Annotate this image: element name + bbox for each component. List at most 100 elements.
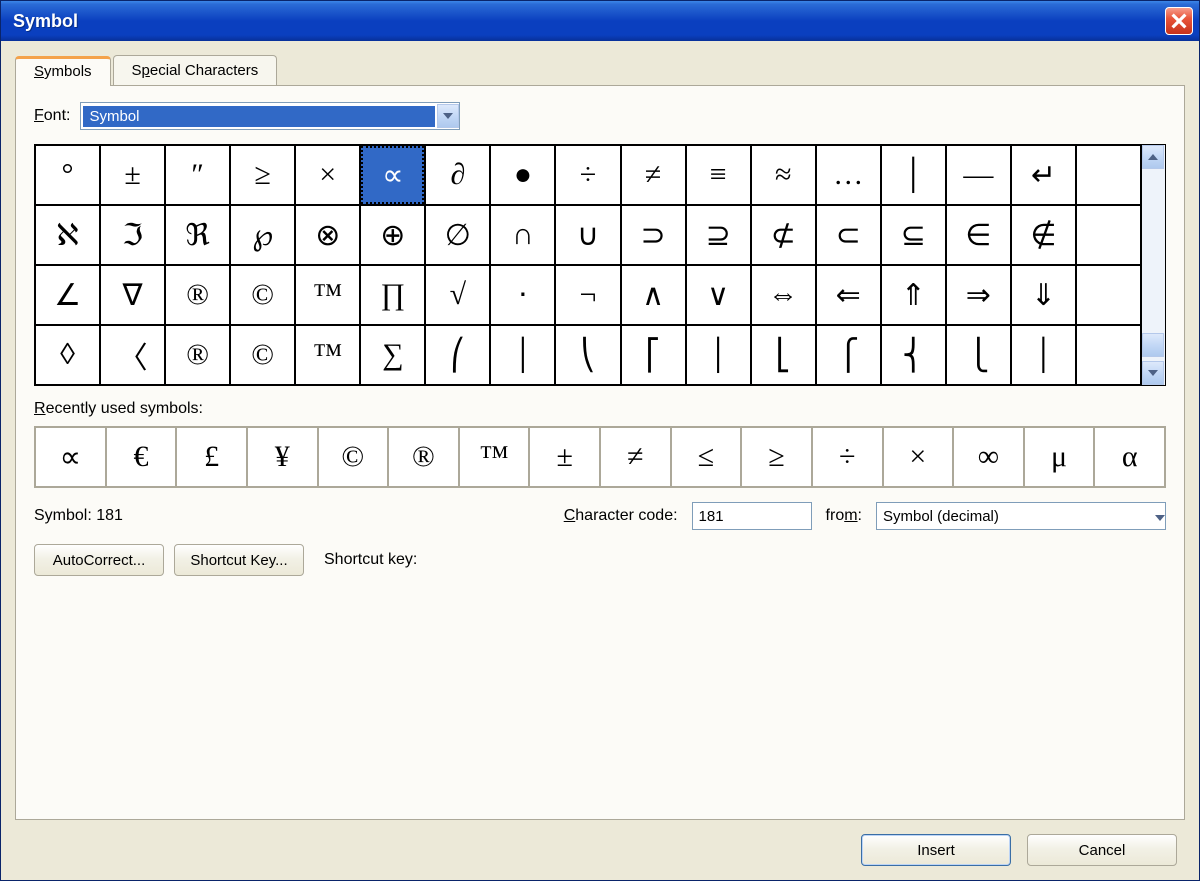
symbol-cell[interactable]: ⊇ (686, 205, 751, 265)
recent-symbol-cell[interactable]: ± (529, 427, 600, 487)
symbol-cell[interactable]: ⊃ (621, 205, 686, 265)
symbol-cell[interactable]: │ (1011, 325, 1076, 385)
scroll-thumb[interactable] (1142, 333, 1164, 357)
symbol-cell[interactable]: ⊄ (751, 205, 816, 265)
symbol-cell[interactable]: ℵ (35, 205, 100, 265)
recent-symbol-cell[interactable]: € (106, 427, 177, 487)
cancel-button[interactable]: Cancel (1027, 834, 1177, 866)
scroll-up-button[interactable] (1142, 145, 1164, 169)
recent-symbol-cell[interactable]: ≠ (600, 427, 671, 487)
close-button[interactable] (1165, 7, 1193, 35)
symbol-cell[interactable]: ∝ (360, 145, 425, 205)
symbol-cell[interactable]: ∂ (425, 145, 490, 205)
tab-symbols[interactable]: Symbols (15, 56, 111, 86)
insert-button[interactable]: Insert (861, 834, 1011, 866)
symbol-cell[interactable]: ® (165, 325, 230, 385)
symbol-cell[interactable]: ⊕ (360, 205, 425, 265)
symbol-cell[interactable]: ℑ (100, 205, 165, 265)
symbol-cell[interactable] (1076, 205, 1141, 265)
symbol-cell[interactable]: ÷ (555, 145, 620, 205)
recent-symbol-cell[interactable]: ≤ (671, 427, 742, 487)
symbol-cell[interactable] (1076, 265, 1141, 325)
symbol-cell[interactable]: ⎧ (816, 325, 881, 385)
symbol-cell[interactable]: ≈ (751, 145, 816, 205)
autocorrect-button[interactable]: AutoCorrect... (34, 544, 164, 576)
symbol-cell[interactable]: ⋅ (490, 265, 555, 325)
symbol-cell[interactable]: × (295, 145, 360, 205)
symbol-cell[interactable]: ⎛ (425, 325, 490, 385)
recent-symbol-cell[interactable]: ∝ (35, 427, 106, 487)
grid-scrollbar[interactable] (1141, 145, 1165, 385)
symbol-cell[interactable]: ∩ (490, 205, 555, 265)
symbol-cell[interactable] (1076, 325, 1141, 385)
symbol-cell[interactable]: ∪ (555, 205, 620, 265)
symbol-cell[interactable]: ⇐ (816, 265, 881, 325)
tab-special-characters[interactable]: Special Characters (113, 55, 278, 85)
recent-grid[interactable]: ∝€£¥©®™±≠≤≥÷×∞μα (34, 426, 1166, 488)
symbol-cell[interactable]: ¬ (555, 265, 620, 325)
recent-symbol-cell[interactable]: ® (388, 427, 459, 487)
symbol-cell[interactable]: │ (686, 325, 751, 385)
symbol-cell[interactable]: ⎨ (881, 325, 946, 385)
symbol-cell[interactable]: ″ (165, 145, 230, 205)
symbol-cell[interactable]: ∇ (100, 265, 165, 325)
symbol-cell[interactable]: ⎣ (751, 325, 816, 385)
symbol-cell[interactable]: ∧ (621, 265, 686, 325)
chevron-down-icon[interactable] (437, 104, 459, 128)
symbol-cell[interactable]: ± (100, 145, 165, 205)
symbol-cell[interactable]: ∨ (686, 265, 751, 325)
char-code-input[interactable] (692, 502, 812, 530)
symbol-cell[interactable]: ≠ (621, 145, 686, 205)
recent-symbol-cell[interactable]: ™ (459, 427, 530, 487)
symbol-cell[interactable]: ™ (295, 265, 360, 325)
symbol-cell[interactable]: ⊆ (881, 205, 946, 265)
symbol-cell[interactable]: ↵ (1011, 145, 1076, 205)
symbol-cell[interactable]: ℜ (165, 205, 230, 265)
symbol-cell[interactable]: ∏ (360, 265, 425, 325)
symbol-cell[interactable]: ≥ (230, 145, 295, 205)
symbol-cell[interactable]: ⇔ (751, 265, 816, 325)
recent-symbol-cell[interactable]: ¥ (247, 427, 318, 487)
symbol-cell[interactable]: ⇒ (946, 265, 1011, 325)
symbol-cell[interactable]: ℘ (230, 205, 295, 265)
recent-symbol-cell[interactable]: × (883, 427, 954, 487)
recent-symbol-cell[interactable]: ÷ (812, 427, 883, 487)
symbol-cell[interactable]: ∅ (425, 205, 490, 265)
symbol-cell[interactable]: ⇑ (881, 265, 946, 325)
symbol-cell[interactable]: ● (490, 145, 555, 205)
symbol-grid[interactable]: °±″≥×∝∂●÷≠≡≈…│—↵ℵℑℜ℘⊗⊕∅∩∪⊃⊇⊄⊂⊆∈∉∠∇®©™∏√⋅… (35, 145, 1141, 385)
symbol-cell[interactable]: ◊ (35, 325, 100, 385)
symbol-cell[interactable]: ≡ (686, 145, 751, 205)
symbol-cell[interactable]: √ (425, 265, 490, 325)
recent-symbol-cell[interactable]: α (1094, 427, 1165, 487)
symbol-cell[interactable]: ® (165, 265, 230, 325)
from-combo[interactable]: Symbol (decimal) (876, 502, 1166, 530)
symbol-cell[interactable]: ∑ (360, 325, 425, 385)
symbol-cell[interactable]: ⎩ (946, 325, 1011, 385)
symbol-cell[interactable]: ∠ (35, 265, 100, 325)
chevron-down-icon[interactable] (1155, 508, 1165, 524)
recent-symbol-cell[interactable]: ≥ (741, 427, 812, 487)
symbol-cell[interactable]: ⎡ (621, 325, 686, 385)
symbol-cell[interactable]: © (230, 265, 295, 325)
symbol-cell[interactable]: ∉ (1011, 205, 1076, 265)
symbol-cell[interactable]: — (946, 145, 1011, 205)
recent-symbol-cell[interactable]: £ (176, 427, 247, 487)
shortcut-key-button[interactable]: Shortcut Key... (174, 544, 304, 576)
symbol-cell[interactable]: │ (881, 145, 946, 205)
symbol-cell[interactable]: ⊗ (295, 205, 360, 265)
symbol-cell[interactable]: ∈ (946, 205, 1011, 265)
scroll-down-button[interactable] (1142, 361, 1164, 385)
symbol-cell[interactable]: ⊂ (816, 205, 881, 265)
recent-symbol-cell[interactable]: ∞ (953, 427, 1024, 487)
symbol-cell[interactable]: ° (35, 145, 100, 205)
symbol-cell[interactable]: ™ (295, 325, 360, 385)
symbol-cell[interactable]: … (816, 145, 881, 205)
symbol-cell[interactable]: │ (490, 325, 555, 385)
symbol-cell[interactable] (1076, 145, 1141, 205)
font-combo[interactable]: Symbol (80, 102, 460, 130)
symbol-cell[interactable]: © (230, 325, 295, 385)
recent-symbol-cell[interactable]: μ (1024, 427, 1095, 487)
recent-symbol-cell[interactable]: © (318, 427, 389, 487)
symbol-cell[interactable]: ⎝ (555, 325, 620, 385)
